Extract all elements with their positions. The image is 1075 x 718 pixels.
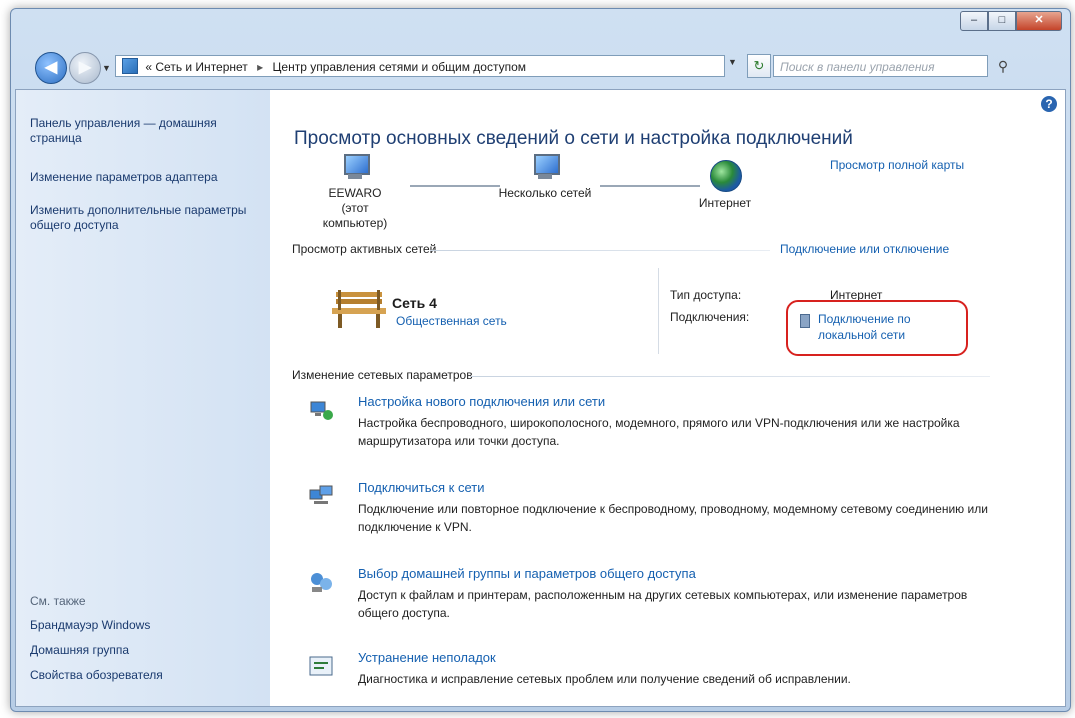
task-title[interactable]: Выбор домашней группы и параметров общег… — [358, 566, 696, 581]
explorer-window: – □ ✕ ◀ ▶ ▼ « Сеть и Интернет ▸ Центр уп… — [10, 8, 1071, 712]
task-description: Доступ к файлам и принтерам, расположенн… — [358, 588, 968, 620]
connect-network-icon — [309, 485, 333, 504]
maximize-button[interactable]: □ — [988, 11, 1016, 31]
search-input[interactable]: Поиск в панели управления — [773, 55, 988, 77]
map-computer[interactable]: EEWARO (этот компьютер) — [310, 154, 400, 231]
computer-name: EEWARO — [328, 186, 382, 200]
internet-globe-icon[interactable] — [710, 160, 742, 192]
map-networks[interactable]: Несколько сетей — [495, 154, 595, 201]
computer-icon — [340, 154, 370, 182]
network-type-link[interactable]: Общественная сеть — [396, 314, 507, 328]
connect-disconnect-link[interactable]: Подключение или отключение — [780, 242, 949, 256]
active-networks-header: Просмотр активных сетей — [292, 242, 437, 256]
minimize-button[interactable]: – — [960, 11, 988, 31]
local-connection-link[interactable]: Подключение по локальной сети — [818, 311, 958, 343]
page-title: Просмотр основных сведений о сети и наст… — [294, 128, 853, 149]
window-controls: – □ ✕ — [960, 11, 1062, 31]
divider — [470, 376, 990, 377]
address-dropdown-icon[interactable]: ▼ — [728, 57, 737, 67]
divider — [430, 250, 770, 251]
task-title[interactable]: Устранение неполадок — [358, 650, 496, 665]
troubleshoot-icon — [309, 656, 333, 676]
title-bar: – □ ✕ — [11, 9, 1070, 47]
task-description: Подключение или повторное подключение к … — [358, 502, 988, 534]
breadcrumb-chevron[interactable]: « — [145, 60, 152, 74]
main-panel: ? Просмотр основных сведений о сети и на… — [270, 90, 1065, 706]
computer-sub: (этот компьютер) — [322, 201, 388, 230]
vertical-divider — [658, 268, 659, 354]
full-map-link[interactable]: Просмотр полной карты — [830, 158, 964, 172]
connections-label: Подключения: — [670, 310, 750, 324]
refresh-icon[interactable]: ↻ — [747, 54, 771, 78]
recent-pages-dropdown-icon[interactable]: ▼ — [102, 63, 111, 73]
forward-arrow-icon[interactable]: ▶ — [69, 52, 101, 84]
bench-network-icon — [332, 290, 386, 328]
new-connection-icon — [310, 401, 333, 420]
breadcrumb-separator[interactable]: ▸ — [257, 60, 263, 74]
breadcrumb-network-internet[interactable]: Сеть и Интернет — [155, 60, 247, 74]
sidebar-link-firewall[interactable]: Брандмауэр Windows — [30, 618, 255, 633]
sidebar-link-sharing[interactable]: Изменить дополнительные параметры общего… — [30, 203, 255, 233]
see-also-title: См. также — [30, 594, 86, 608]
task-description: Настройка беспроводного, широкополосного… — [358, 416, 960, 448]
networks-label: Несколько сетей — [498, 186, 592, 200]
sidebar-link-home[interactable]: Панель управления — домашняя страница — [30, 116, 255, 146]
navigation-bar: ◀ ▶ ▼ « Сеть и Интернет ▸ Центр управлен… — [11, 49, 1070, 85]
change-settings-header: Изменение сетевых параметров — [292, 368, 473, 382]
access-type-label: Тип доступа: — [670, 288, 742, 302]
help-icon[interactable]: ? — [1041, 96, 1057, 112]
sidebar-link-homegroup[interactable]: Домашняя группа — [30, 643, 255, 658]
sidebar: Панель управления — домашняя страница Из… — [16, 90, 270, 706]
highlighted-connection: Подключение по локальной сети — [786, 300, 968, 356]
ethernet-icon — [800, 314, 810, 328]
sidebar-link-browser[interactable]: Свойства обозревателя — [30, 668, 255, 683]
task-title[interactable]: Подключиться к сети — [358, 480, 484, 495]
control-panel-icon — [122, 58, 138, 74]
sidebar-link-adapter[interactable]: Изменение параметров адаптера — [30, 170, 255, 185]
back-arrow-icon[interactable]: ◀ — [35, 52, 67, 84]
network-name: Сеть 4 — [392, 295, 437, 311]
close-button[interactable]: ✕ — [1016, 11, 1062, 31]
breadcrumb-network-center[interactable]: Центр управления сетями и общим доступом — [273, 60, 527, 74]
screenshot-frame: – □ ✕ ◀ ▶ ▼ « Сеть и Интернет ▸ Центр уп… — [0, 0, 1075, 718]
multiple-networks-icon — [530, 154, 560, 182]
content-area: Панель управления — домашняя страница Из… — [15, 89, 1066, 707]
task-description: Диагностика и исправление сетевых пробле… — [358, 672, 851, 686]
search-icon[interactable]: ⚲ — [992, 55, 1014, 77]
map-connector-line — [410, 185, 500, 187]
map-connector-line — [600, 185, 700, 187]
task-title[interactable]: Настройка нового подключения или сети — [358, 394, 605, 409]
map-internet-label: Интернет — [698, 196, 752, 210]
address-bar[interactable]: « Сеть и Интернет ▸ Центр управления сет… — [115, 55, 725, 77]
homegroup-icon — [311, 573, 332, 592]
